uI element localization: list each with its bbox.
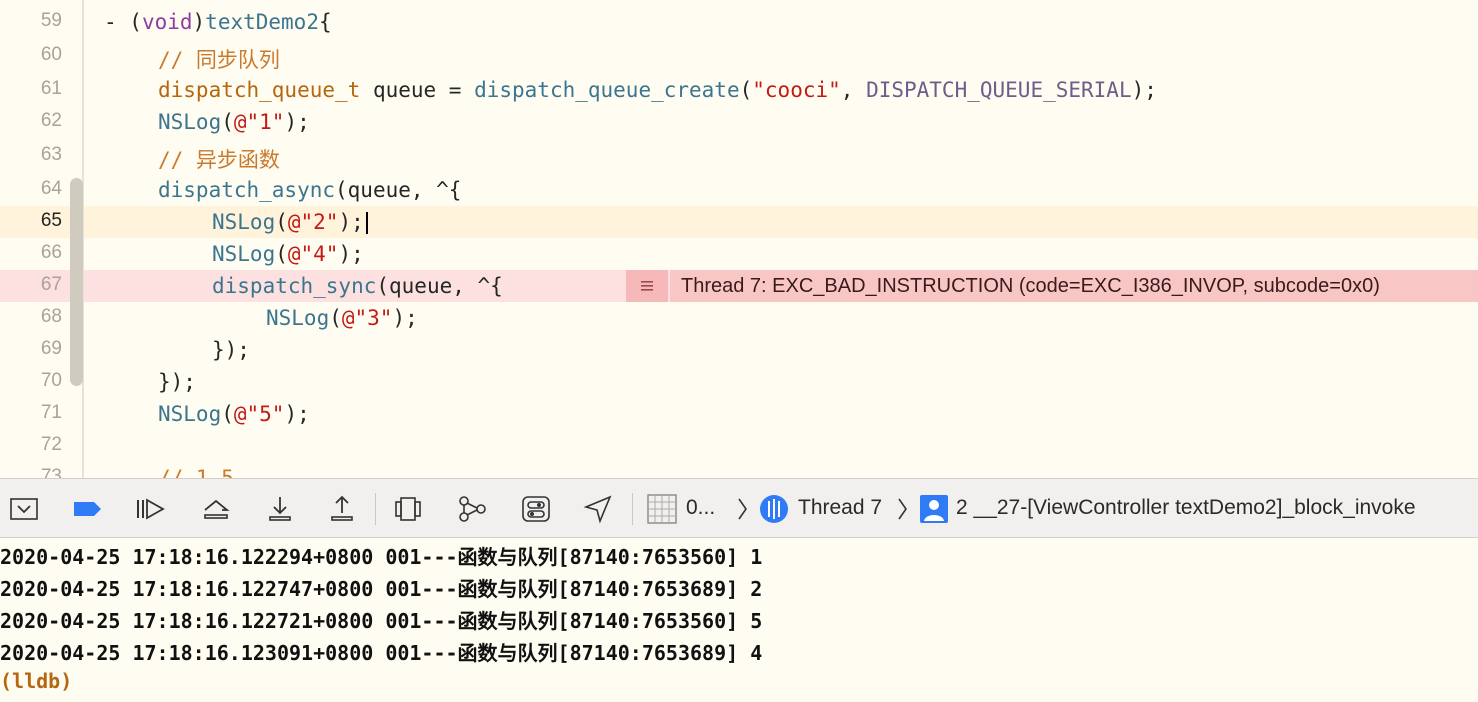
chevron-right-icon bbox=[738, 498, 747, 520]
thread-label[interactable]: Thread 7 bbox=[798, 496, 882, 520]
code-text: dispatch_async(queue, ^{ bbox=[158, 178, 462, 202]
code-line[interactable]: 73 // 1 5 bbox=[0, 462, 1478, 478]
console-line: 2020-04-25 17:18:16.123091+0800 001---函数… bbox=[0, 641, 763, 665]
debug-console[interactable]: 2020-04-25 17:18:16.122294+0800 001---函数… bbox=[0, 538, 1478, 702]
line-number: 59 bbox=[40, 10, 62, 31]
lldb-prompt[interactable]: (lldb) bbox=[0, 669, 72, 693]
location-arrow-icon bbox=[583, 495, 612, 524]
error-annotation-icon-box[interactable] bbox=[626, 270, 668, 302]
memory-graph-button[interactable] bbox=[456, 493, 488, 525]
step-over-icon bbox=[204, 499, 230, 519]
breadcrumb-chevron-icon bbox=[894, 493, 910, 525]
console-line: 2020-04-25 17:18:16.122294+0800 001---函数… bbox=[0, 545, 763, 569]
line-number: 72 bbox=[40, 434, 62, 455]
code-line[interactable]: 68 NSLog(@"3"); bbox=[0, 302, 1478, 334]
error-annotation[interactable]: Thread 7: EXC_BAD_INSTRUCTION (code=EXC_… bbox=[670, 270, 1478, 302]
line-number: 66 bbox=[40, 242, 62, 263]
code-line[interactable]: 59 - (void)textDemo2{ bbox=[0, 6, 1478, 38]
thread-icon bbox=[760, 495, 788, 523]
line-number: 73 bbox=[40, 466, 62, 478]
code-text: NSLog(@"4"); bbox=[212, 242, 364, 266]
view-hierarchy-button[interactable] bbox=[392, 493, 424, 525]
code-comment: // 1 5 bbox=[158, 466, 234, 478]
code-line[interactable]: 66 NSLog(@"4"); bbox=[0, 238, 1478, 270]
code-text: }); bbox=[158, 370, 196, 394]
frame-icon-wrap bbox=[918, 493, 950, 525]
code-line[interactable]: 71 NSLog(@"5"); bbox=[0, 398, 1478, 430]
toolbar-separator bbox=[375, 493, 376, 525]
breakpoints-toggle-button[interactable] bbox=[72, 493, 104, 525]
breadcrumb-chevron-icon bbox=[734, 493, 750, 525]
breakpoint-icon bbox=[74, 502, 101, 516]
error-message: Thread 7: EXC_BAD_INSTRUCTION (code=EXC_… bbox=[681, 275, 1380, 297]
line-number: 63 bbox=[40, 144, 62, 165]
step-into-icon bbox=[269, 497, 291, 521]
console-line: 2020-04-25 17:18:16.122747+0800 001---函数… bbox=[0, 577, 763, 601]
code-text: dispatch_sync(queue, ^{ bbox=[212, 274, 503, 298]
continue-button[interactable] bbox=[134, 493, 166, 525]
line-number: 60 bbox=[40, 44, 62, 65]
toolbar-separator bbox=[632, 493, 633, 525]
thread-icon-wrap bbox=[758, 493, 790, 525]
code-line[interactable]: 62 NSLog(@"1"); bbox=[0, 106, 1478, 138]
line-number: 69 bbox=[40, 338, 62, 359]
step-over-button[interactable] bbox=[200, 493, 232, 525]
view-debugger-icon bbox=[395, 497, 421, 521]
line-number: 65 bbox=[40, 210, 62, 231]
simulate-location-button[interactable] bbox=[582, 493, 614, 525]
step-out-icon bbox=[331, 495, 353, 521]
console-line: 2020-04-25 17:18:16.122721+0800 001---函数… bbox=[0, 609, 763, 633]
code-text: }); bbox=[212, 338, 250, 362]
code-line[interactable]: 60 // 同步队列 bbox=[0, 40, 1478, 72]
code-comment: // 同步队列 bbox=[158, 48, 280, 72]
queue-label[interactable]: 0... bbox=[686, 496, 715, 520]
line-number: 64 bbox=[40, 178, 62, 199]
code-line[interactable]: 63 // 异步函数 bbox=[0, 140, 1478, 172]
line-number: 62 bbox=[40, 110, 62, 131]
process-grid-icon bbox=[647, 494, 677, 524]
text-cursor bbox=[365, 212, 368, 234]
list-lines-icon bbox=[641, 281, 653, 291]
chevron-right-icon bbox=[898, 498, 907, 520]
toggles-icon bbox=[522, 496, 550, 522]
code-text: NSLog(@"1"); bbox=[158, 110, 310, 134]
line-number: 71 bbox=[40, 402, 62, 423]
hide-debug-area-button[interactable] bbox=[8, 493, 40, 525]
user-frame-icon bbox=[920, 495, 948, 523]
code-line[interactable]: 70 }); bbox=[0, 366, 1478, 398]
line-number: 68 bbox=[40, 306, 62, 327]
code-line[interactable]: 61 dispatch_queue_t queue = dispatch_que… bbox=[0, 74, 1478, 106]
stack-frame-label[interactable]: 2 __27-[ViewController textDemo2]_block_… bbox=[956, 496, 1416, 520]
code-line[interactable]: 69 }); bbox=[0, 334, 1478, 366]
code-line[interactable]: 72 bbox=[0, 430, 1478, 462]
step-out-button[interactable] bbox=[326, 493, 358, 525]
line-number: 70 bbox=[40, 370, 62, 391]
code-line[interactable]: 64 dispatch_async(queue, ^{ bbox=[0, 174, 1478, 206]
step-into-button[interactable] bbox=[264, 493, 296, 525]
code-text: NSLog(@"3"); bbox=[266, 306, 418, 330]
breakpoint-shape bbox=[74, 502, 101, 516]
code-text: - (void)textDemo2{ bbox=[104, 10, 332, 34]
memory-graph-icon bbox=[459, 496, 486, 522]
continue-icon bbox=[137, 498, 165, 520]
debug-toolbar: 0... Thread 7 2 __27-[ViewController tex… bbox=[0, 478, 1478, 538]
line-number: 61 bbox=[40, 78, 62, 99]
environment-overrides-button[interactable] bbox=[520, 493, 552, 525]
code-text: NSLog(@"2"); bbox=[212, 210, 368, 234]
code-text: NSLog(@"5"); bbox=[158, 402, 310, 426]
code-text: dispatch_queue_t queue = dispatch_queue_… bbox=[158, 78, 1157, 102]
current-code-line[interactable]: 65 NSLog(@"2"); bbox=[0, 206, 1478, 238]
code-editor[interactable]: 59 - (void)textDemo2{ 60 // 同步队列 61 disp… bbox=[0, 0, 1478, 478]
code-fold-ribbon[interactable] bbox=[70, 178, 83, 386]
code-comment: // 异步函数 bbox=[158, 148, 280, 172]
panel-toggle-icon bbox=[10, 498, 38, 520]
queue-selector[interactable] bbox=[646, 493, 678, 525]
line-number: 67 bbox=[40, 274, 62, 295]
